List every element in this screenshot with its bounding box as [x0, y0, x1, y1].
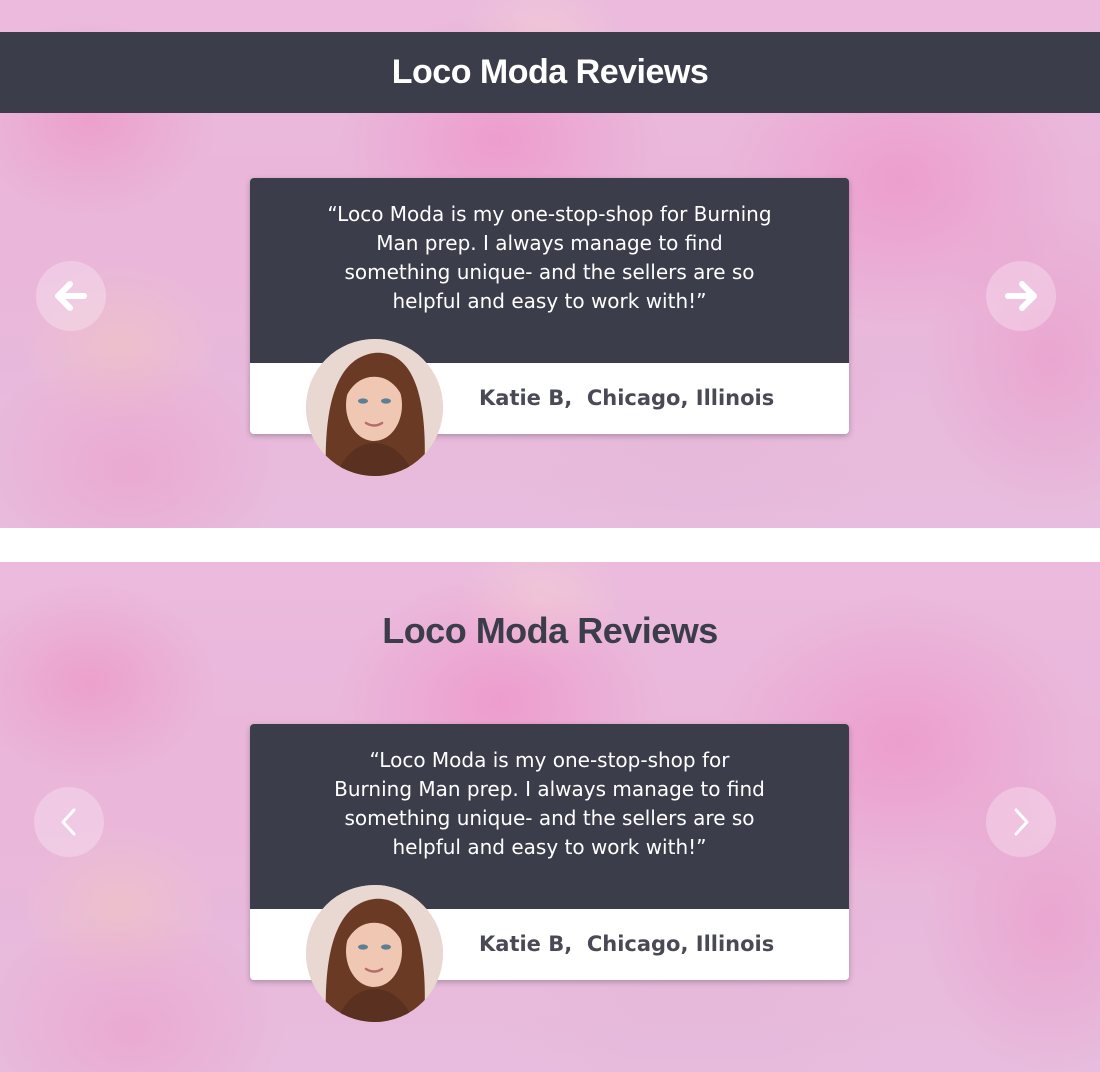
prev-review-button[interactable]: [34, 787, 104, 857]
review-slider-variant-2: Loco Moda Reviews “Loco Moda is my one-s…: [0, 562, 1100, 1072]
reviewer-avatar: [306, 339, 443, 476]
page-title: Loco Moda Reviews: [382, 610, 718, 651]
chevron-right-icon: [1014, 808, 1029, 836]
review-author: Katie B, Chicago, Illinois: [479, 932, 775, 956]
review-card: “Loco Moda is my one-stop-shop for Burni…: [250, 178, 849, 476]
review-quote-line: Man prep. I always manage to find: [376, 231, 723, 255]
review-quote: “Loco Moda is my one-stop-shop for Burni…: [305, 200, 794, 316]
prev-review-button[interactable]: [36, 261, 106, 331]
review-quote-line: helpful and easy to work with!”: [392, 835, 707, 859]
review-quote-area: “Loco Moda is my one-stop-shop for Burni…: [250, 178, 849, 363]
review-quote-line: helpful and easy to work with!”: [392, 289, 707, 313]
review-quote-line: “Loco Moda is my one-stop-shop for: [369, 748, 730, 772]
review-author: Katie B, Chicago, Illinois: [479, 386, 775, 410]
arrow-right-icon: [1005, 281, 1037, 311]
review-quote: “Loco Moda is my one-stop-shop for Burni…: [305, 746, 794, 862]
review-quote-line: something unique- and the sellers are so: [344, 260, 755, 284]
review-card: “Loco Moda is my one-stop-shop for Burni…: [250, 724, 849, 1022]
page-title: Loco Moda Reviews: [391, 53, 709, 91]
reviewer-avatar: [306, 885, 443, 1022]
review-quote-line: Burning Man prep. I always manage to fin…: [334, 777, 765, 801]
next-review-button[interactable]: [986, 261, 1056, 331]
review-quote-line: “Loco Moda is my one-stop-shop for Burni…: [327, 202, 772, 226]
review-quote-line: something unique- and the sellers are so: [344, 806, 755, 830]
header-bar: Loco Moda Reviews: [0, 32, 1100, 113]
next-review-button[interactable]: [986, 787, 1056, 857]
review-quote-area: “Loco Moda is my one-stop-shop for Burni…: [250, 724, 849, 909]
chevron-left-icon: [61, 808, 76, 836]
arrow-left-icon: [55, 281, 87, 311]
review-slider-variant-1: Loco Moda Reviews “Loco Moda is my one-s…: [0, 0, 1100, 528]
